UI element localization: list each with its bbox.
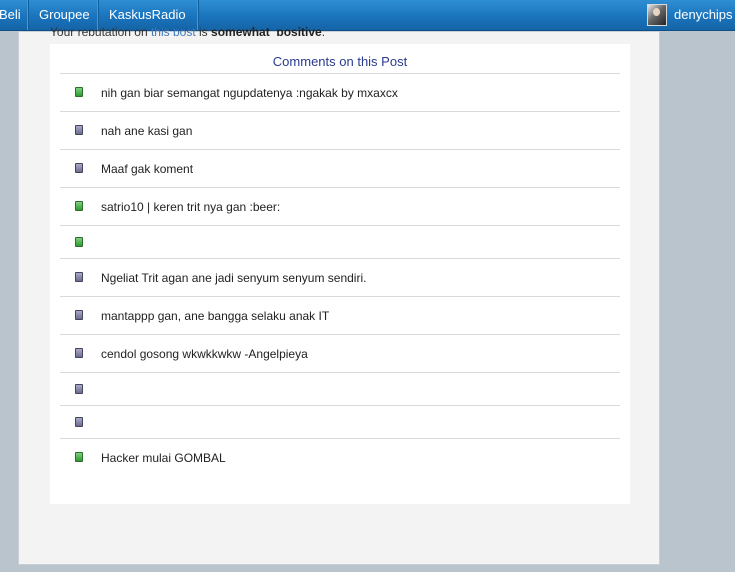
comment-row: Ngeliat Trit agan ane jadi senyum senyum… [60, 259, 620, 297]
comment-row: cendol gosong wkwkkwkw -Angelpieya [60, 335, 620, 373]
neutral-reputation-icon [75, 163, 83, 173]
reputation-level: somewhat_positive [211, 25, 322, 36]
comments-box: Comments on this Post nih gan biar seman… [50, 44, 630, 504]
positive-reputation-icon [75, 237, 83, 247]
positive-reputation-icon [75, 452, 83, 462]
comment-text: Maaf gak koment [101, 162, 194, 176]
comment-row [60, 373, 620, 406]
comment-text: Ngeliat Trit agan ane jadi senyum senyum… [101, 271, 367, 285]
reputation-middle: is [195, 25, 212, 36]
neutral-reputation-icon [75, 384, 83, 394]
nav-separator [27, 0, 29, 30]
comment-row: nah ane kasi gan [60, 112, 620, 150]
avatar[interactable] [647, 4, 667, 26]
comment-text: nih gan biar semangat ngupdatenya :ngaka… [101, 86, 398, 100]
comment-row: nih gan biar semangat ngupdatenya :ngaka… [60, 74, 620, 112]
neutral-reputation-icon [75, 310, 83, 320]
positive-reputation-icon [75, 201, 83, 211]
comment-text: mantappp gan, ane bangga selaku anak IT [101, 309, 330, 323]
comment-row [60, 226, 620, 259]
nav-item-beli[interactable]: Beli [0, 0, 21, 30]
comment-row: Hacker mulai GOMBAL [60, 439, 620, 476]
reputation-suffix: . [321, 25, 326, 36]
positive-reputation-icon [75, 87, 83, 97]
comment-row: Maaf gak koment [60, 150, 620, 188]
this-post-link[interactable]: this post [151, 25, 196, 36]
comment-text: Hacker mulai GOMBAL [101, 451, 226, 465]
neutral-reputation-icon [75, 125, 83, 135]
comment-row: satrio10 | keren trit nya gan :beer: [60, 188, 620, 226]
comments-title: Comments on this Post [272, 54, 408, 69]
comment-text: cendol gosong wkwkkwkw -Angelpieya [101, 347, 308, 361]
comment-text: nah ane kasi gan [101, 124, 193, 138]
comment-row: mantappp gan, ane bangga selaku anak IT [60, 297, 620, 335]
neutral-reputation-icon [75, 348, 83, 358]
reputation-status: Your reputation on this post is somewhat… [50, 25, 325, 36]
neutral-reputation-icon [75, 417, 83, 427]
username-link[interactable]: denychips [674, 0, 733, 29]
reputation-prefix: Your reputation on [50, 25, 151, 36]
comments-list: nih gan biar semangat ngupdatenya :ngaka… [60, 73, 620, 476]
comment-text: satrio10 | keren trit nya gan :beer: [101, 200, 281, 214]
user-menu[interactable]: denychips [647, 0, 735, 30]
neutral-reputation-icon [75, 272, 83, 282]
comment-row [60, 406, 620, 439]
